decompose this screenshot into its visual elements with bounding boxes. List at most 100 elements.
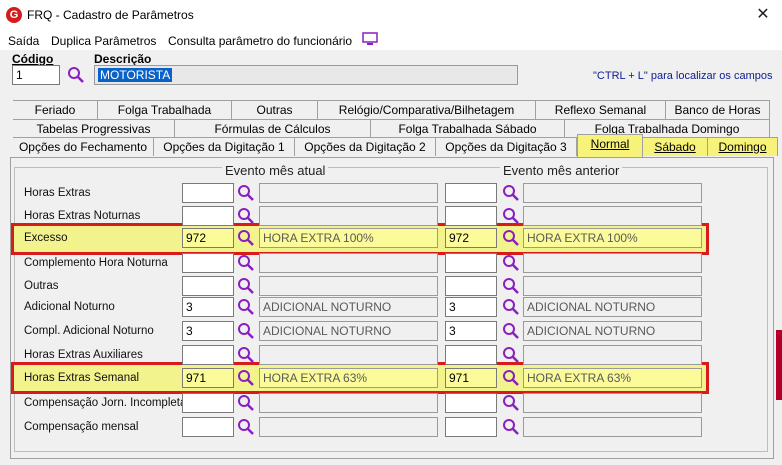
tab-tabelas-progressivas[interactable]: Tabelas Progressivas <box>13 119 175 138</box>
current-code-field[interactable]: 972 <box>182 228 234 248</box>
menu-item-duplica[interactable]: Duplica Parâmetros <box>51 34 156 48</box>
descricao-field[interactable]: MOTORISTA <box>94 65 518 85</box>
title-bar: G FRQ - Cadastro de Parâmetros ✕ <box>0 0 782 30</box>
previous-search-icon[interactable] <box>502 418 520 436</box>
monitor-icon[interactable] <box>362 32 378 46</box>
previous-search-icon[interactable] <box>502 298 520 316</box>
row-label: Compensação Jorn. Incompleta <box>24 397 187 409</box>
previous-description-field <box>523 393 702 413</box>
codigo-search-icon[interactable] <box>67 66 85 84</box>
previous-description-field <box>523 345 702 365</box>
current-search-icon[interactable] <box>237 322 255 340</box>
previous-search-icon[interactable] <box>502 184 520 202</box>
current-code-field[interactable] <box>182 345 234 365</box>
current-search-icon[interactable] <box>237 298 255 316</box>
current-description-field <box>259 345 438 365</box>
row-label: Adicional Noturno <box>24 301 115 313</box>
previous-code-field[interactable] <box>445 417 497 437</box>
row-label: Complemento Hora Noturna <box>24 257 168 269</box>
previous-code-field[interactable] <box>445 183 497 203</box>
row-label: Horas Extras Auxiliares <box>24 349 143 361</box>
tab-digitacao-1[interactable]: Opções da Digitação 1 <box>154 137 295 156</box>
current-search-icon[interactable] <box>237 184 255 202</box>
previous-search-icon[interactable] <box>502 322 520 340</box>
tab-banco-horas[interactable]: Banco de Horas <box>666 100 770 119</box>
previous-code-field[interactable] <box>445 345 497 365</box>
tab-formulas[interactable]: Fórmulas de Cálculos <box>175 119 371 138</box>
previous-search-icon[interactable] <box>502 369 520 387</box>
menu-item-consulta[interactable]: Consulta parâmetro do funcionário <box>168 34 352 48</box>
current-search-icon[interactable] <box>237 418 255 436</box>
tab-digitacao-2[interactable]: Opções da Digitação 2 <box>295 137 436 156</box>
descricao-value: MOTORISTA <box>98 68 173 82</box>
tab-domingo[interactable]: Domingo <box>708 137 778 156</box>
current-description-field: ADICIONAL NOTURNO <box>259 297 438 317</box>
current-code-field[interactable]: 3 <box>182 297 234 317</box>
ctrl-l-hint: "CTRL + L" para localizar os campos <box>593 70 773 82</box>
previous-code-field[interactable]: 3 <box>445 297 497 317</box>
previous-search-icon[interactable] <box>502 394 520 412</box>
current-description-field <box>259 206 438 226</box>
current-code-field[interactable] <box>182 253 234 273</box>
current-code-field[interactable] <box>182 183 234 203</box>
tab-opcoes-fechamento[interactable]: Opções do Fechamento <box>13 137 154 156</box>
previous-code-field[interactable]: 971 <box>445 368 497 388</box>
current-search-icon[interactable] <box>237 254 255 272</box>
previous-description-field <box>523 206 702 226</box>
menu-bar: Saída Duplica Parâmetros Consulta parâme… <box>0 30 782 50</box>
current-search-icon[interactable] <box>237 394 255 412</box>
previous-search-icon[interactable] <box>502 229 520 247</box>
current-description-field: HORA EXTRA 63% <box>259 368 438 388</box>
current-code-field[interactable] <box>182 417 234 437</box>
tab-folga-trabalhada[interactable]: Folga Trabalhada <box>98 100 232 119</box>
current-code-field[interactable]: 3 <box>182 321 234 341</box>
previous-description-field: HORA EXTRA 63% <box>523 368 702 388</box>
current-description-field: ADICIONAL NOTURNO <box>259 321 438 341</box>
current-code-field[interactable] <box>182 206 234 226</box>
previous-code-field[interactable] <box>445 276 497 296</box>
window-title: FRQ - Cadastro de Parâmetros <box>27 8 194 22</box>
previous-code-field[interactable]: 3 <box>445 321 497 341</box>
previous-description-field: ADICIONAL NOTURNO <box>523 297 702 317</box>
tab-folga-sabado[interactable]: Folga Trabalhada Sábado <box>371 119 565 138</box>
previous-search-icon[interactable] <box>502 254 520 272</box>
current-description-field <box>259 253 438 273</box>
close-icon[interactable]: ✕ <box>752 5 774 25</box>
current-search-icon[interactable] <box>237 346 255 364</box>
tab-relogio[interactable]: Relógio/Comparativa/Bilhetagem <box>318 100 536 119</box>
current-code-field[interactable]: 971 <box>182 368 234 388</box>
current-search-icon[interactable] <box>237 277 255 295</box>
row-label: Horas Extras Noturnas <box>24 210 141 222</box>
tab-normal[interactable]: Normal <box>577 134 643 157</box>
menu-item-saida[interactable]: Saída <box>8 34 39 48</box>
current-search-icon[interactable] <box>237 229 255 247</box>
current-search-icon[interactable] <box>237 207 255 225</box>
previous-description-field: HORA EXTRA 100% <box>523 228 702 248</box>
codigo-field[interactable]: 1 <box>12 65 60 85</box>
current-description-field <box>259 393 438 413</box>
row-label: Excesso <box>24 232 68 244</box>
group-title-current: Evento mês atual <box>222 163 329 178</box>
current-code-field[interactable] <box>182 276 234 296</box>
previous-search-icon[interactable] <box>502 346 520 364</box>
previous-code-field[interactable] <box>445 206 497 226</box>
previous-code-field[interactable] <box>445 253 497 273</box>
tab-digitacao-3[interactable]: Opções da Digitação 3 <box>436 137 577 156</box>
previous-description-field <box>523 417 702 437</box>
row-label: Horas Extras <box>24 187 91 199</box>
tab-feriado[interactable]: Feriado <box>13 100 98 119</box>
current-code-field[interactable] <box>182 393 234 413</box>
previous-search-icon[interactable] <box>502 207 520 225</box>
app-logo-icon: G <box>6 7 22 23</box>
previous-code-field[interactable] <box>445 393 497 413</box>
previous-code-field[interactable]: 972 <box>445 228 497 248</box>
tab-sabado[interactable]: Sábado <box>643 137 708 156</box>
codigo-label: Código <box>12 52 54 66</box>
previous-search-icon[interactable] <box>502 277 520 295</box>
edge-marker <box>776 330 782 400</box>
current-description-field: HORA EXTRA 100% <box>259 228 438 248</box>
tab-outras[interactable]: Outras <box>232 100 318 119</box>
tab-reflexo-semanal[interactable]: Reflexo Semanal <box>536 100 666 119</box>
current-search-icon[interactable] <box>237 369 255 387</box>
row-label: Horas Extras Semanal <box>24 372 140 384</box>
